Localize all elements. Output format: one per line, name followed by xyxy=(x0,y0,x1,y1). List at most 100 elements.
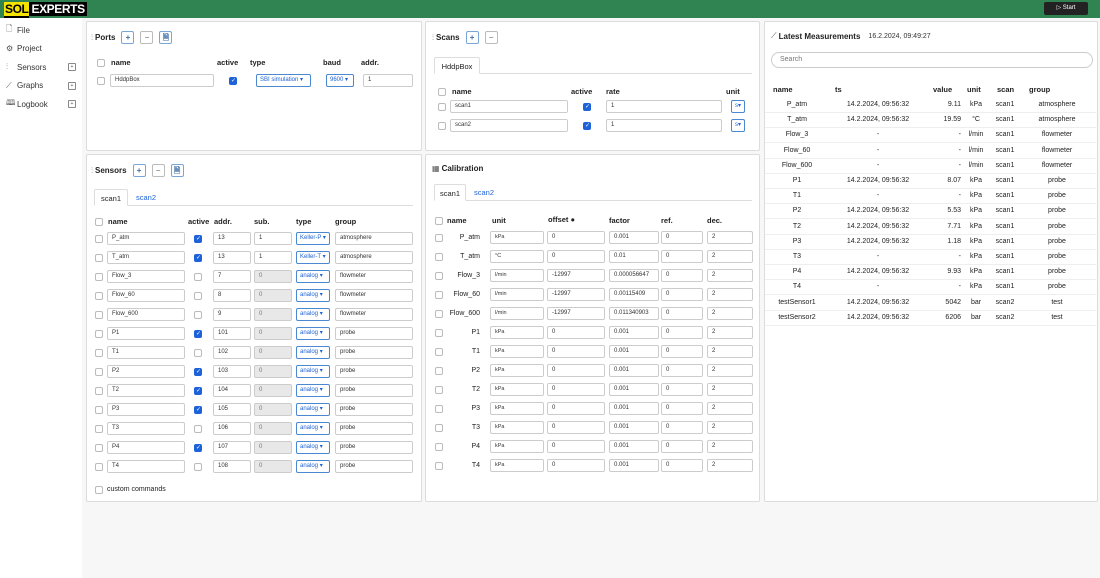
sensor-name-input[interactable]: T2 xyxy=(107,384,185,397)
remove-sensor-button[interactable]: − xyxy=(151,164,165,177)
sensor-name-input[interactable]: P1 xyxy=(107,327,185,340)
port-name-input[interactable]: HddpBox xyxy=(110,74,214,87)
calibration-offset-input[interactable]: 0 xyxy=(547,326,605,339)
row-checkbox[interactable] xyxy=(95,311,103,319)
calibration-ref-input[interactable]: 0 xyxy=(661,250,703,263)
sidebar-item-file[interactable]: 🗋 File xyxy=(0,21,82,39)
scan-active-checkbox[interactable] xyxy=(583,122,591,130)
calibration-dec-input[interactable]: 2 xyxy=(707,269,753,282)
sensor-addr-input[interactable]: 104 xyxy=(213,384,251,397)
row-checkbox[interactable] xyxy=(95,463,103,471)
calibration-unit-input[interactable]: kPa xyxy=(490,440,544,453)
sensor-sub-input[interactable]: 0 xyxy=(254,327,292,340)
sensor-name-input[interactable]: T3 xyxy=(107,422,185,435)
scan-active-checkbox[interactable] xyxy=(583,103,591,111)
calibration-offset-input[interactable]: 0 xyxy=(547,402,605,415)
sensor-active-checkbox[interactable] xyxy=(194,368,202,376)
sensor-sub-input[interactable]: 0 xyxy=(254,384,292,397)
sensor-type-select[interactable]: analog ▾ xyxy=(296,327,330,340)
row-checkbox[interactable] xyxy=(95,387,103,395)
calibration-offset-input[interactable]: 0 xyxy=(547,421,605,434)
calibration-ref-input[interactable]: 0 xyxy=(661,269,703,282)
calibration-unit-input[interactable]: l/min xyxy=(490,307,544,320)
calibration-unit-input[interactable]: °C xyxy=(490,250,544,263)
info-icon[interactable]: ● xyxy=(571,215,576,224)
calibration-factor-input[interactable]: 0.001 xyxy=(609,345,659,358)
sensor-sub-input[interactable]: 1 xyxy=(254,232,292,245)
row-checkbox[interactable] xyxy=(435,291,443,299)
sensor-type-select[interactable]: analog ▾ xyxy=(296,460,330,473)
sensor-active-checkbox[interactable] xyxy=(194,273,202,281)
sensor-type-select[interactable]: Keller-T ▾ xyxy=(296,251,330,264)
sensor-group-input[interactable]: probe xyxy=(335,346,413,359)
sensor-addr-input[interactable]: 108 xyxy=(213,460,251,473)
row-checkbox[interactable] xyxy=(95,254,103,262)
row-checkbox[interactable] xyxy=(95,349,103,357)
sensor-type-select[interactable]: analog ▾ xyxy=(296,441,330,454)
calibration-offset-input[interactable]: -12997 xyxy=(547,288,605,301)
row-checkbox[interactable] xyxy=(435,272,443,280)
row-checkbox[interactable] xyxy=(435,443,443,451)
calibration-offset-input[interactable]: -12997 xyxy=(547,307,605,320)
calibration-ref-input[interactable]: 0 xyxy=(661,383,703,396)
sensor-name-input[interactable]: P_atm xyxy=(107,232,185,245)
sensor-addr-input[interactable]: 102 xyxy=(213,346,251,359)
row-checkbox[interactable] xyxy=(435,462,443,470)
sensor-sub-input[interactable]: 0 xyxy=(254,403,292,416)
row-checkbox[interactable] xyxy=(95,235,103,243)
calibration-unit-input[interactable]: kPa xyxy=(490,402,544,415)
sensor-sub-input[interactable]: 0 xyxy=(254,270,292,283)
sidebar-item-project[interactable]: ⚙ Project xyxy=(0,40,82,58)
port-type-select[interactable]: SBI simulation ▾ xyxy=(256,74,311,87)
sensor-addr-input[interactable]: 7 xyxy=(213,270,251,283)
sensor-active-checkbox[interactable] xyxy=(194,444,202,452)
sensor-sub-input[interactable]: 0 xyxy=(254,441,292,454)
row-checkbox[interactable] xyxy=(97,77,105,85)
row-checkbox[interactable] xyxy=(435,329,443,337)
port-baud-select[interactable]: 9600 ▾ xyxy=(326,74,354,87)
start-button[interactable]: ▷ Start xyxy=(1044,2,1088,15)
row-checkbox[interactable] xyxy=(435,234,443,242)
sensor-name-input[interactable]: P4 xyxy=(107,441,185,454)
calibration-dec-input[interactable]: 2 xyxy=(707,459,753,472)
sensor-name-input[interactable]: Flow_600 xyxy=(107,308,185,321)
sensor-sub-input[interactable]: 0 xyxy=(254,460,292,473)
row-checkbox[interactable] xyxy=(95,273,103,281)
row-checkbox[interactable] xyxy=(435,386,443,394)
sensor-group-input[interactable]: flowmeter xyxy=(335,289,413,302)
calibration-dec-input[interactable]: 2 xyxy=(707,231,753,244)
row-checkbox[interactable] xyxy=(95,444,103,452)
calibration-ref-input[interactable]: 0 xyxy=(661,345,703,358)
sidebar-item-graphs[interactable]: ⟋ Graphs + xyxy=(0,77,82,95)
tab-scan1[interactable]: scan1 xyxy=(94,189,128,206)
calibration-dec-input[interactable]: 2 xyxy=(707,440,753,453)
sensor-group-input[interactable]: probe xyxy=(335,384,413,397)
scan-name-input[interactable]: scan2 xyxy=(450,119,568,132)
calibration-dec-input[interactable]: 2 xyxy=(707,307,753,320)
sensor-group-input[interactable]: probe xyxy=(335,327,413,340)
add-port-button[interactable]: + xyxy=(121,31,135,44)
scan-rate-input[interactable]: 1 xyxy=(606,119,722,132)
search-input[interactable]: Search xyxy=(771,52,1093,68)
calibration-unit-input[interactable]: kPa xyxy=(490,459,544,472)
sensor-group-input[interactable]: probe xyxy=(335,422,413,435)
tab-scan2[interactable]: scan2 xyxy=(130,189,162,206)
sensor-addr-input[interactable]: 105 xyxy=(213,403,251,416)
calibration-unit-input[interactable]: kPa xyxy=(490,421,544,434)
sensor-addr-input[interactable]: 9 xyxy=(213,308,251,321)
sensor-addr-input[interactable]: 101 xyxy=(213,327,251,340)
custom-commands-checkbox[interactable] xyxy=(95,486,103,494)
calibration-unit-input[interactable]: l/min xyxy=(490,269,544,282)
calibration-factor-input[interactable]: 0.001 xyxy=(609,402,659,415)
row-checkbox[interactable] xyxy=(95,406,103,414)
tab-scan2[interactable]: scan2 xyxy=(468,184,500,201)
row-checkbox[interactable] xyxy=(435,405,443,413)
sensor-sub-input[interactable]: 0 xyxy=(254,422,292,435)
calibration-offset-input[interactable]: 0 xyxy=(547,250,605,263)
sensor-sub-input[interactable]: 0 xyxy=(254,289,292,302)
scan-name-input[interactable]: scan1 xyxy=(450,100,568,113)
calibration-factor-input[interactable]: 0.000056647 xyxy=(609,269,659,282)
sensor-active-checkbox[interactable] xyxy=(194,387,202,395)
calibration-dec-input[interactable]: 2 xyxy=(707,345,753,358)
calibration-dec-input[interactable]: 2 xyxy=(707,421,753,434)
